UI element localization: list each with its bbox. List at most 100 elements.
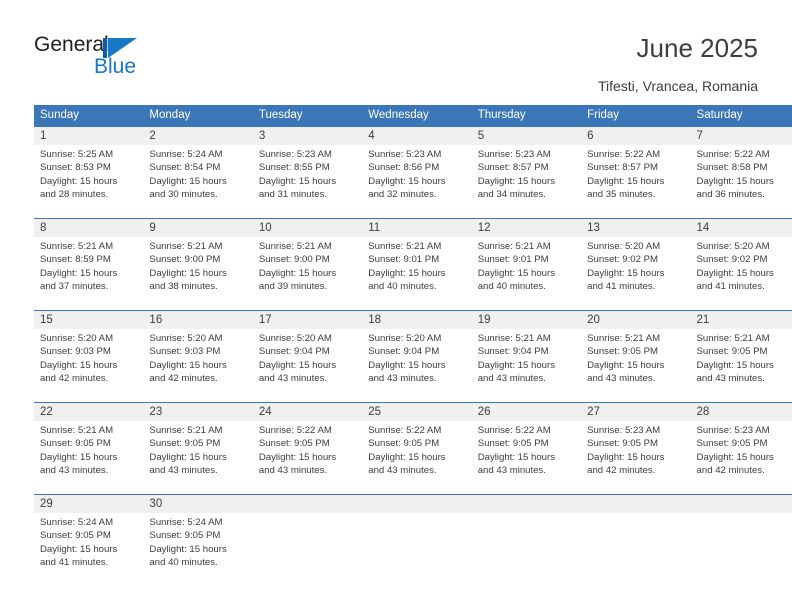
day-number-26[interactable]: 26 bbox=[471, 403, 582, 421]
day-cell-25[interactable]: Sunrise: 5:22 AM Sunset: 9:05 PM Daylight:… bbox=[362, 421, 472, 494]
day-cell-empty bbox=[471, 513, 582, 586]
day-details-row: Sunrise: 5:21 AM Sunset: 8:59 PM Daylight:… bbox=[34, 237, 792, 310]
day-cell-15[interactable]: Sunrise: 5:20 AM Sunset: 9:03 PM Daylight:… bbox=[34, 329, 144, 402]
day-number-22[interactable]: 22 bbox=[34, 403, 144, 421]
day-number-18[interactable]: 18 bbox=[362, 311, 472, 329]
daylight-duration-line1: Daylight: 15 hours bbox=[477, 451, 556, 463]
day-cell-21[interactable]: Sunrise: 5:21 AM Sunset: 9:05 PM Daylight:… bbox=[690, 329, 792, 402]
day-cell-22[interactable]: Sunrise: 5:21 AM Sunset: 9:05 PM Daylight:… bbox=[34, 421, 144, 494]
day-cell-12[interactable]: Sunrise: 5:21 AM Sunset: 9:01 PM Daylight:… bbox=[471, 237, 582, 310]
day-number-12[interactable]: 12 bbox=[471, 219, 582, 237]
sunrise-time: Sunrise: 5:21 AM bbox=[258, 241, 332, 252]
day-cell-24[interactable]: Sunrise: 5:22 AM Sunset: 9:05 PM Daylight:… bbox=[252, 421, 363, 494]
day-cell-26[interactable]: Sunrise: 5:22 AM Sunset: 9:05 PM Daylight:… bbox=[471, 421, 582, 494]
day-number-16[interactable]: 16 bbox=[143, 311, 253, 329]
sunrise-time: Sunrise: 5:22 AM bbox=[696, 149, 770, 160]
day-number-30[interactable]: 30 bbox=[143, 495, 253, 513]
day-number-5[interactable]: 5 bbox=[471, 127, 582, 145]
day-number-1[interactable]: 1 bbox=[34, 127, 144, 145]
daylight-duration-line2: and 38 minutes. bbox=[149, 281, 218, 293]
sunset-time: Sunset: 9:05 PM bbox=[477, 438, 549, 450]
day-number-27[interactable]: 27 bbox=[581, 403, 691, 421]
day-number-9[interactable]: 9 bbox=[143, 219, 253, 237]
day-cell-1[interactable]: Sunrise: 5:25 AM Sunset: 8:53 PM Daylight:… bbox=[34, 145, 144, 218]
daylight-duration-line1: Daylight: 15 hours bbox=[477, 359, 556, 371]
day-number-28[interactable]: 28 bbox=[690, 403, 792, 421]
day-number-empty bbox=[362, 495, 472, 513]
sunrise-time: Sunrise: 5:24 AM bbox=[149, 149, 223, 160]
day-number-20[interactable]: 20 bbox=[581, 311, 691, 329]
day-cell-5[interactable]: Sunrise: 5:23 AM Sunset: 8:57 PM Daylight:… bbox=[471, 145, 582, 218]
day-number-2[interactable]: 2 bbox=[143, 127, 253, 145]
day-cell-20[interactable]: Sunrise: 5:21 AM Sunset: 9:05 PM Daylight:… bbox=[581, 329, 691, 402]
daylight-duration-line1: Daylight: 15 hours bbox=[696, 175, 774, 187]
sunrise-time: Sunrise: 5:24 AM bbox=[149, 517, 223, 528]
daylight-duration-line2: and 30 minutes. bbox=[149, 189, 218, 201]
day-number-11[interactable]: 11 bbox=[362, 219, 472, 237]
sunrise-time: Sunrise: 5:22 AM bbox=[258, 425, 332, 436]
day-cell-2[interactable]: Sunrise: 5:24 AM Sunset: 8:54 PM Daylight:… bbox=[143, 145, 253, 218]
sunset-time: Sunset: 8:54 PM bbox=[149, 162, 221, 174]
sunrise-time: Sunrise: 5:20 AM bbox=[587, 241, 661, 252]
day-number-3[interactable]: 3 bbox=[252, 127, 363, 145]
day-cell-29[interactable]: Sunrise: 5:24 AM Sunset: 9:05 PM Daylight:… bbox=[34, 513, 144, 586]
day-cell-19[interactable]: Sunrise: 5:21 AM Sunset: 9:04 PM Daylight:… bbox=[471, 329, 582, 402]
daylight-duration-line2: and 43 minutes. bbox=[368, 465, 437, 477]
day-cell-9[interactable]: Sunrise: 5:21 AM Sunset: 9:00 PM Daylight:… bbox=[143, 237, 253, 310]
sunrise-time: Sunrise: 5:22 AM bbox=[587, 149, 661, 160]
day-number-13[interactable]: 13 bbox=[581, 219, 691, 237]
day-number-6[interactable]: 6 bbox=[581, 127, 691, 145]
day-cell-8[interactable]: Sunrise: 5:21 AM Sunset: 8:59 PM Daylight:… bbox=[34, 237, 144, 310]
day-cell-11[interactable]: Sunrise: 5:21 AM Sunset: 9:01 PM Daylight:… bbox=[362, 237, 472, 310]
sunrise-time: Sunrise: 5:20 AM bbox=[149, 333, 223, 344]
day-number-10[interactable]: 10 bbox=[252, 219, 363, 237]
day-cell-30[interactable]: Sunrise: 5:24 AM Sunset: 9:05 PM Daylight:… bbox=[143, 513, 253, 586]
day-number-24[interactable]: 24 bbox=[252, 403, 363, 421]
day-cell-17[interactable]: Sunrise: 5:20 AM Sunset: 9:04 PM Daylight:… bbox=[252, 329, 363, 402]
day-cell-18[interactable]: Sunrise: 5:20 AM Sunset: 9:04 PM Daylight:… bbox=[362, 329, 472, 402]
sunset-time: Sunset: 8:55 PM bbox=[258, 162, 330, 174]
day-number-23[interactable]: 23 bbox=[143, 403, 253, 421]
day-cell-27[interactable]: Sunrise: 5:23 AM Sunset: 9:05 PM Daylight:… bbox=[581, 421, 691, 494]
day-cell-14[interactable]: Sunrise: 5:20 AM Sunset: 9:02 PM Daylight:… bbox=[690, 237, 792, 310]
day-number-8[interactable]: 8 bbox=[34, 219, 144, 237]
day-number-25[interactable]: 25 bbox=[362, 403, 472, 421]
day-cell-4[interactable]: Sunrise: 5:23 AM Sunset: 8:56 PM Daylight:… bbox=[362, 145, 472, 218]
day-cell-16[interactable]: Sunrise: 5:20 AM Sunset: 9:03 PM Daylight:… bbox=[143, 329, 253, 402]
sunset-time: Sunset: 9:05 PM bbox=[40, 438, 111, 450]
daylight-duration-line2: and 42 minutes. bbox=[696, 465, 765, 477]
sunset-time: Sunset: 9:04 PM bbox=[368, 346, 440, 358]
day-number-21[interactable]: 21 bbox=[690, 311, 792, 329]
day-cell-6[interactable]: Sunrise: 5:22 AM Sunset: 8:57 PM Daylight:… bbox=[581, 145, 691, 218]
day-number-14[interactable]: 14 bbox=[690, 219, 792, 237]
day-number-19[interactable]: 19 bbox=[471, 311, 582, 329]
daylight-duration-line2: and 31 minutes. bbox=[258, 189, 328, 201]
sunset-time: Sunset: 9:05 PM bbox=[696, 438, 768, 450]
sunrise-time: Sunrise: 5:21 AM bbox=[149, 425, 223, 436]
day-number-7[interactable]: 7 bbox=[690, 127, 792, 145]
sunrise-time: Sunrise: 5:23 AM bbox=[258, 149, 332, 160]
page-title: June 2025 bbox=[636, 33, 758, 63]
day-number-15[interactable]: 15 bbox=[34, 311, 144, 329]
day-cell-empty bbox=[581, 513, 691, 586]
sunrise-time: Sunrise: 5:21 AM bbox=[368, 241, 442, 252]
sunset-time: Sunset: 9:03 PM bbox=[40, 346, 111, 358]
day-number-4[interactable]: 4 bbox=[362, 127, 472, 145]
day-cell-3[interactable]: Sunrise: 5:23 AM Sunset: 8:55 PM Daylight:… bbox=[252, 145, 363, 218]
day-cell-7[interactable]: Sunrise: 5:22 AM Sunset: 8:58 PM Daylight:… bbox=[690, 145, 792, 218]
day-cell-13[interactable]: Sunrise: 5:20 AM Sunset: 9:02 PM Daylight:… bbox=[581, 237, 691, 310]
day-details-row: Sunrise: 5:25 AM Sunset: 8:53 PM Daylight:… bbox=[34, 145, 792, 218]
day-cell-23[interactable]: Sunrise: 5:21 AM Sunset: 9:05 PM Daylight:… bbox=[143, 421, 253, 494]
daylight-duration-line1: Daylight: 15 hours bbox=[587, 175, 665, 187]
day-number-29[interactable]: 29 bbox=[34, 495, 144, 513]
day-number-empty bbox=[690, 495, 792, 513]
sunrise-time: Sunrise: 5:21 AM bbox=[40, 425, 114, 436]
day-cell-10[interactable]: Sunrise: 5:21 AM Sunset: 9:00 PM Daylight:… bbox=[252, 237, 363, 310]
sunset-time: Sunset: 9:04 PM bbox=[258, 346, 330, 358]
sunset-time: Sunset: 8:56 PM bbox=[368, 162, 440, 174]
day-number-17[interactable]: 17 bbox=[252, 311, 363, 329]
daylight-duration-line1: Daylight: 15 hours bbox=[258, 359, 337, 371]
day-cell-28[interactable]: Sunrise: 5:23 AM Sunset: 9:05 PM Daylight:… bbox=[690, 421, 792, 494]
sunset-time: Sunset: 9:01 PM bbox=[368, 254, 440, 266]
brand-logo[interactable]: General Blue bbox=[34, 33, 174, 81]
